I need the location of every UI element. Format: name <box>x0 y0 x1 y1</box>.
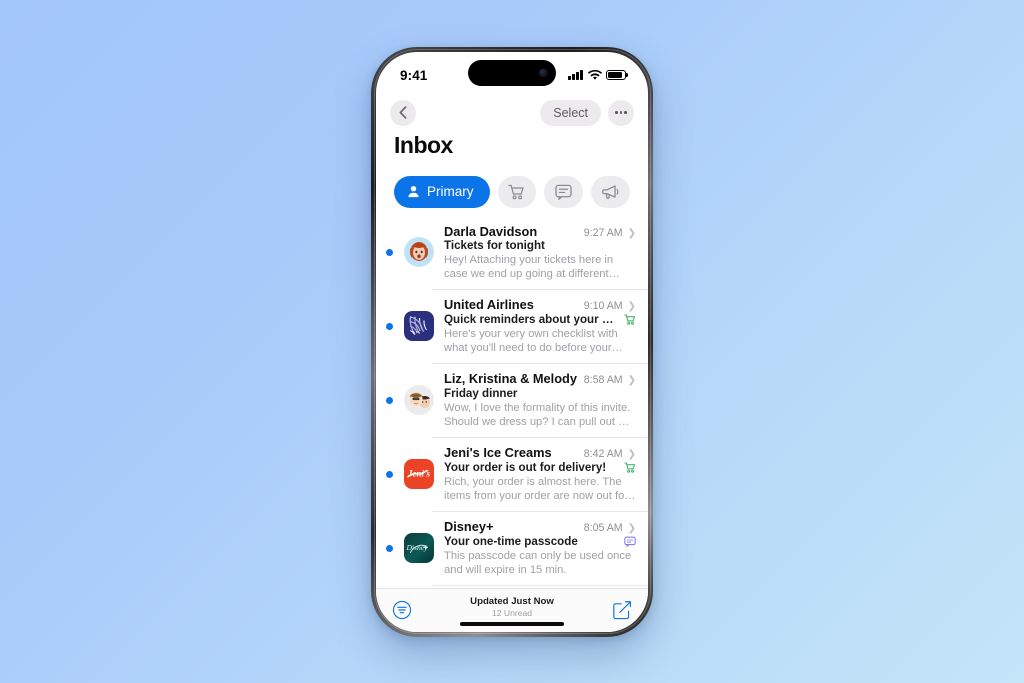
email-time: 8:05 AM <box>583 522 623 535</box>
email-time: 9:27 AM <box>583 226 623 239</box>
table-row[interactable]: Liz, Kristina & Melody 8:58 AM ❯ Friday … <box>376 363 648 437</box>
unread-indicator <box>376 371 402 429</box>
filter-button[interactable] <box>392 600 412 620</box>
table-row[interactable]: Disney Disney+ 8:05 AM ❯ Your one-time p… <box>376 511 648 585</box>
avatar <box>402 224 436 282</box>
email-time: 8:58 AM <box>583 374 623 387</box>
avatar: Jeni's <box>402 445 436 503</box>
back-button[interactable] <box>390 99 416 126</box>
shopping-cart-badge-icon <box>624 314 636 325</box>
tab-primary[interactable]: Primary <box>394 175 490 208</box>
dynamic-island <box>468 59 556 86</box>
cellular-bars-icon <box>568 70 583 80</box>
email-time: 8:42 AM <box>583 448 623 461</box>
memoji-woman-red-hair-avatar <box>404 237 434 268</box>
email-preview: Rich, your order is almost here. The ite… <box>444 475 629 503</box>
chevron-right-icon: ❯ <box>627 523 636 535</box>
email-subject: Tickets for tonight <box>444 239 545 252</box>
speech-bubble-badge-icon <box>624 536 636 547</box>
jenis-ice-creams-logo-avatar: Jeni's <box>404 459 434 490</box>
unread-count: 12 Unread <box>491 607 533 618</box>
status-bar: 9:41 <box>376 52 648 96</box>
ellipsis-icon <box>615 111 627 114</box>
email-sender: Disney+ <box>444 519 494 535</box>
chevron-right-icon: ❯ <box>627 449 636 461</box>
chevron-right-icon: ❯ <box>627 227 636 239</box>
united-airlines-logo-avatar <box>404 311 434 342</box>
email-sender: Liz, Kristina & Melody <box>444 371 577 387</box>
person-icon <box>407 185 420 198</box>
unread-indicator <box>376 224 402 282</box>
table-row[interactable]: United Airlines 9:10 AM ❯ Quick reminder… <box>376 289 648 363</box>
chevron-left-icon <box>399 106 407 119</box>
tab-primary-label: Primary <box>427 184 474 199</box>
status-bar-icons <box>568 67 626 81</box>
wifi-icon <box>587 69 602 81</box>
email-content: Jeni's Ice Creams 8:42 AM ❯ Your order i… <box>436 445 636 503</box>
email-content: Darla Davidson 9:27 AM ❯ Tickets for ton… <box>436 224 636 282</box>
page-title: Inbox <box>394 131 453 158</box>
more-options-button[interactable] <box>608 99 634 126</box>
email-preview: Here's your very own checklist with what… <box>444 327 618 355</box>
avatar: Disney <box>402 519 436 577</box>
tab-social[interactable] <box>544 175 584 208</box>
compose-button[interactable] <box>612 600 632 620</box>
nav-right-group: Select <box>540 99 634 126</box>
disney-plus-logo-avatar: Disney <box>404 533 434 564</box>
email-subject: Your order is out for delivery! <box>444 460 607 474</box>
chevron-right-icon: ❯ <box>627 375 636 387</box>
avatar <box>402 297 436 355</box>
battery-icon <box>606 70 626 80</box>
email-sender: Jeni's Ice Creams <box>444 445 552 461</box>
megaphone-icon <box>601 184 620 200</box>
email-time: 9:10 AM <box>583 300 623 313</box>
email-content: Disney+ 8:05 AM ❯ Your one-time passcode… <box>436 519 636 577</box>
select-button[interactable]: Select <box>540 99 601 126</box>
memoji-group-avatar <box>404 385 434 416</box>
table-row[interactable]: Jeni's Jeni's Ice Creams 8:42 AM ❯ Your … <box>376 437 648 511</box>
sync-status-title: Updated Just Now <box>470 595 554 607</box>
unread-indicator <box>376 519 402 577</box>
home-indicator <box>460 621 564 626</box>
shopping-cart-icon <box>508 184 525 200</box>
filter-lines-icon <box>392 600 412 620</box>
unread-indicator <box>376 297 402 355</box>
status-bar-clock: 9:41 <box>400 67 428 83</box>
email-subject: Quick reminders about your upcoming... <box>444 312 618 326</box>
tab-shopping[interactable] <box>497 175 537 208</box>
email-preview: Hey! Attaching your tickets here in case… <box>444 254 614 281</box>
table-row[interactable]: Darla Davidson 9:27 AM ❯ Tickets for ton… <box>376 216 648 290</box>
svg-text:Jeni's: Jeni's <box>407 469 431 479</box>
email-subject: Your one-time passcode <box>444 534 578 548</box>
phone-device: 9:41 Select Inbox Primary Darla Davidson… <box>371 46 653 637</box>
compose-pencil-icon <box>613 601 631 620</box>
sync-status: Updated Just Now 12 Unread <box>470 596 554 618</box>
bottom-toolbar: Updated Just Now 12 Unread <box>376 587 648 632</box>
navigation-bar: Select <box>376 96 648 130</box>
email-preview: This passcode can only be used once and … <box>444 549 632 576</box>
shopping-cart-badge-icon <box>624 462 636 473</box>
avatar <box>402 371 436 429</box>
chevron-right-icon: ❯ <box>627 301 636 313</box>
tab-promotions[interactable] <box>591 175 630 208</box>
unread-indicator <box>376 445 402 503</box>
email-sender: Darla Davidson <box>444 223 538 239</box>
speech-bubble-icon <box>555 184 572 200</box>
category-tab-bar: Primary <box>376 168 648 216</box>
email-content: United Airlines 9:10 AM ❯ Quick reminder… <box>436 297 636 355</box>
email-sender: United Airlines <box>444 297 534 313</box>
email-subject: Friday dinner <box>444 386 518 400</box>
email-list[interactable]: Darla Davidson 9:27 AM ❯ Tickets for ton… <box>376 216 648 588</box>
phone-screen: 9:41 Select Inbox Primary Darla Davidson… <box>376 51 648 632</box>
email-content: Liz, Kristina & Melody 8:58 AM ❯ Friday … <box>436 371 636 429</box>
email-preview: Wow, I love the formality of this invite… <box>444 401 634 429</box>
